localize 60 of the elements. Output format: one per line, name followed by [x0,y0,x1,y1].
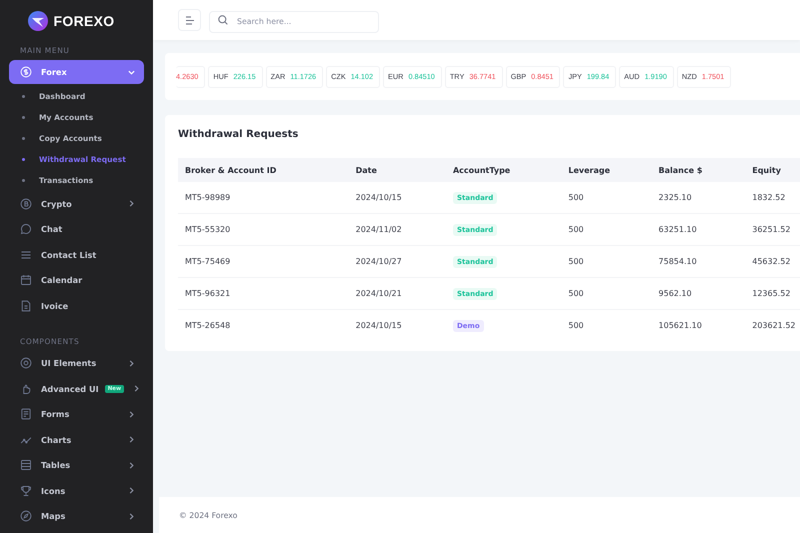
column-header: Date [348,158,446,182]
table-cell: 2024/10/21 [348,278,446,310]
target-icon [20,357,32,370]
table-cell: MT5-96321 [178,278,349,310]
sidebar-item[interactable]: Contact List [9,242,144,268]
sidebar-item[interactable]: Ivoice [9,293,144,318]
table-cell: 2325.10 [652,182,746,214]
table-cell: 45632.52 [745,246,800,278]
sidebar-item[interactable]: Tables [9,452,144,478]
table-cell: 500 [561,214,652,246]
coin-icon [20,198,32,210]
brand-name: FOREXO [54,13,114,29]
trophy-icon [20,484,32,497]
menu-icon [184,16,194,24]
table-cell: 500 [561,310,652,341]
table-cell: 63251.10 [652,214,746,246]
table-cell: 36251.52 [745,214,800,246]
logo-icon [26,10,49,32]
sidebar-item[interactable]: Forex [9,60,144,84]
sidebar-item[interactable]: Forms [9,402,144,427]
table-icon [20,459,32,472]
sidebar-item[interactable]: Crypto [9,191,144,216]
table-cell: MT5-26548 [178,310,349,341]
table-title: Withdrawal Requests [178,129,300,140]
table-cell: 105621.10 [652,310,746,341]
column-header: Equity [745,158,800,182]
sidebar-item[interactable]: Maps [9,504,144,529]
table-cell: 500 [561,246,652,278]
table-cell: 2024/10/27 [348,246,446,278]
column-header: AccountType [446,158,562,182]
sidebar-item[interactable]: UI Elements [9,350,144,376]
table-cell: 500 [561,182,652,214]
table-cell: 203621.52 [745,310,800,341]
column-header: Balance $ [652,158,746,182]
table-cell: 2024/10/15 [348,182,446,214]
table-cell: 1832.52 [745,182,800,214]
table-cell: MT5-75469 [178,246,349,278]
sidebar-item[interactable]: Icons [9,478,144,504]
sidebar-item[interactable]: Chat [9,216,144,242]
calendar-icon [20,274,32,286]
chat-bubble-icon [20,223,32,236]
dollar-circle-icon [20,66,32,78]
table-cell: MT5-98989 [178,182,349,214]
column-header: Broker & Account ID [178,158,349,182]
sidebar-item[interactable]: Charts [9,427,144,452]
menu-button[interactable] [178,9,201,31]
table-cell: 2024/10/15 [348,310,446,341]
table-cell: 75854.10 [652,246,746,278]
sidebar-item[interactable]: Calendar [9,268,144,293]
search-icon [218,15,228,25]
list-icon [20,248,32,261]
compass-icon [20,510,32,522]
table-cell: MT5-55320 [178,214,349,246]
table-cell: 500 [561,278,652,310]
document-icon [20,300,32,312]
column-header: Leverage [561,158,652,182]
table-cell: 12365.52 [745,278,800,310]
form-icon [20,408,32,420]
table-cell: 9562.10 [652,278,746,310]
table-cell: 2024/11/02 [348,214,446,246]
